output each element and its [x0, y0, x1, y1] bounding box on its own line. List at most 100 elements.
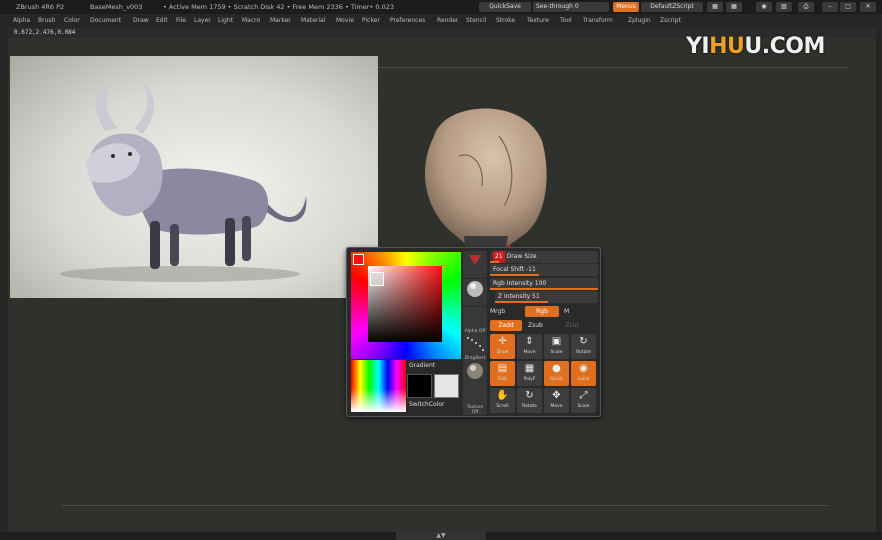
scale-view-button[interactable]: ⤢ Scale: [571, 388, 596, 413]
material-sphere[interactable]: [463, 279, 487, 306]
menu-bar: Alpha Brush Color Document Draw Edit Fil…: [0, 14, 882, 27]
gradient-label[interactable]: Gradient: [409, 362, 435, 369]
menu-color[interactable]: Color: [64, 14, 80, 27]
menu-marker[interactable]: Marker: [270, 14, 291, 27]
rotate-mode-button[interactable]: ↻ Rotate: [571, 334, 596, 359]
quick-sketch-button[interactable]: ● Quick: [544, 361, 569, 386]
zsub-button[interactable]: Zsub: [528, 320, 543, 331]
print-icon[interactable]: ⎙: [798, 2, 814, 12]
canvas-border-top: [378, 67, 848, 68]
menu-tool[interactable]: Tool: [560, 14, 572, 27]
color-picker-marker[interactable]: [370, 272, 384, 286]
menu-edit[interactable]: Edit: [156, 14, 168, 27]
move-mode-button[interactable]: ⇕ Move: [517, 334, 542, 359]
menu-layer[interactable]: Layer: [194, 14, 211, 27]
menu-light[interactable]: Light: [218, 14, 233, 27]
local-symmetry-icon: ◉: [579, 363, 588, 374]
menu-file[interactable]: File: [176, 14, 186, 27]
rgb-intensity-label: Rgb Intensity 100: [493, 280, 547, 287]
secondary-color-swatch[interactable]: [434, 374, 459, 398]
title-bar: ZBrush 4R6 P2 BaseMesh_v003 • Active Mem…: [0, 0, 882, 14]
scale-mode-button[interactable]: ▣ Scale: [544, 334, 569, 359]
rotate-view-icon: ↻: [525, 390, 534, 401]
app-title: ZBrush 4R6 P2: [16, 3, 65, 11]
main-color-swatch[interactable]: [407, 374, 432, 398]
maximize-icon[interactable]: □: [840, 2, 856, 12]
move-view-icon: ✥: [552, 390, 561, 401]
default-zscript-button[interactable]: DefaultZScript: [641, 2, 703, 12]
material-sphere-2[interactable]: [463, 361, 487, 388]
switch-color-button[interactable]: SwitchColor: [409, 401, 445, 408]
menu-stroke[interactable]: Stroke: [496, 14, 515, 27]
zcut-button[interactable]: Zcut: [561, 320, 583, 331]
menu-macro[interactable]: Macro: [242, 14, 260, 27]
move-view-button[interactable]: ✥ Move: [544, 388, 569, 413]
scale-view-icon: ⤢: [579, 390, 588, 401]
zadd-button[interactable]: Zadd: [490, 320, 522, 331]
see-through-slider[interactable]: See-through 0: [533, 2, 609, 12]
material-sphere-icon: [467, 281, 483, 297]
draw-size-fill: [490, 261, 499, 263]
menu-texture[interactable]: Texture: [527, 14, 549, 27]
menu-picker[interactable]: Picker: [362, 14, 380, 27]
right-tray[interactable]: [876, 27, 882, 540]
layout-icon[interactable]: ▦: [707, 2, 723, 12]
bottom-tray-handle[interactable]: ▲▼: [396, 532, 486, 540]
scale-view-label: Scale: [577, 404, 590, 409]
menu-zplugin[interactable]: Zplugin: [628, 14, 651, 27]
move-mode-icon: ⇕: [525, 336, 534, 347]
scroll-button[interactable]: ✋ Scroll: [490, 388, 515, 413]
polyframe-button[interactable]: ▦ PolyF: [517, 361, 542, 386]
z-intensity-label: Z Intensity 51: [498, 293, 540, 300]
menu-draw[interactable]: Draw: [133, 14, 149, 27]
close-icon[interactable]: ✕: [860, 2, 876, 12]
menu-zscript[interactable]: Zscript: [660, 14, 681, 27]
rgb-button[interactable]: Rgb: [525, 306, 559, 317]
popup-palette: Gradient SwitchColor Alpha Off DragRect …: [346, 247, 601, 417]
menu-transform[interactable]: Transform: [583, 14, 613, 27]
mrgb-button[interactable]: Mrgb: [490, 306, 505, 317]
edit-mode-button[interactable]: ▤ Edit: [490, 361, 515, 386]
z-intensity-slider[interactable]: Z Intensity 51: [495, 291, 598, 303]
canvas-border-bottom: [62, 505, 828, 506]
quicksave-button[interactable]: QuickSave: [479, 2, 531, 12]
rotate-view-label: Rotate: [522, 404, 537, 409]
scale-mode-label: Scale: [550, 350, 563, 355]
rgb-intensity-slider[interactable]: Rgb Intensity 100: [490, 278, 598, 290]
scroll-icon: ✋: [496, 390, 509, 401]
edit-mode-label: Edit: [498, 377, 507, 382]
menus-button[interactable]: Menus: [613, 2, 639, 12]
z-intensity-fill: [495, 301, 548, 303]
draw-size-slider[interactable]: 21 Draw Size: [490, 251, 598, 263]
local-symmetry-label: Local: [577, 377, 590, 382]
3d-bust-model[interactable]: [404, 96, 564, 256]
menu-render[interactable]: Render: [437, 14, 458, 27]
menu-stencil[interactable]: Stencil: [466, 14, 486, 27]
local-symmetry-button[interactable]: ◉ Local: [571, 361, 596, 386]
draw-mode-label: Draw: [496, 350, 509, 355]
m-button[interactable]: M: [564, 306, 569, 317]
draw-mode-button[interactable]: ✛ Draw: [490, 334, 515, 359]
menu-movie[interactable]: Movie: [336, 14, 354, 27]
rotate-view-button[interactable]: ↻ Rotate: [517, 388, 542, 413]
ui-icon[interactable]: ▧: [776, 2, 792, 12]
minimize-icon[interactable]: –: [822, 2, 838, 12]
brush-standard[interactable]: [463, 251, 487, 278]
layout-icon-2[interactable]: ▦: [726, 2, 742, 12]
menu-material[interactable]: Material: [301, 14, 325, 27]
current-color-swatch[interactable]: [353, 254, 364, 265]
stroke-dragrect[interactable]: DragRect: [463, 334, 487, 361]
matcap-sphere-icon: [467, 363, 483, 379]
focal-shift-fill: [490, 274, 539, 276]
menu-brush[interactable]: Brush: [38, 14, 55, 27]
focal-shift-label: Focal Shift -11: [493, 266, 536, 273]
menu-document[interactable]: Document: [90, 14, 121, 27]
alpha-off-tile[interactable]: Alpha Off: [463, 307, 487, 334]
color-palette-icon[interactable]: ◉: [756, 2, 772, 12]
menu-preferences[interactable]: Preferences: [390, 14, 425, 27]
menu-alpha[interactable]: Alpha: [13, 14, 30, 27]
focal-shift-slider[interactable]: Focal Shift -11: [490, 264, 598, 276]
left-tray[interactable]: [0, 27, 8, 540]
texture-off-tile[interactable]: Texture Off: [463, 388, 487, 415]
gradient-palette[interactable]: [351, 360, 406, 412]
